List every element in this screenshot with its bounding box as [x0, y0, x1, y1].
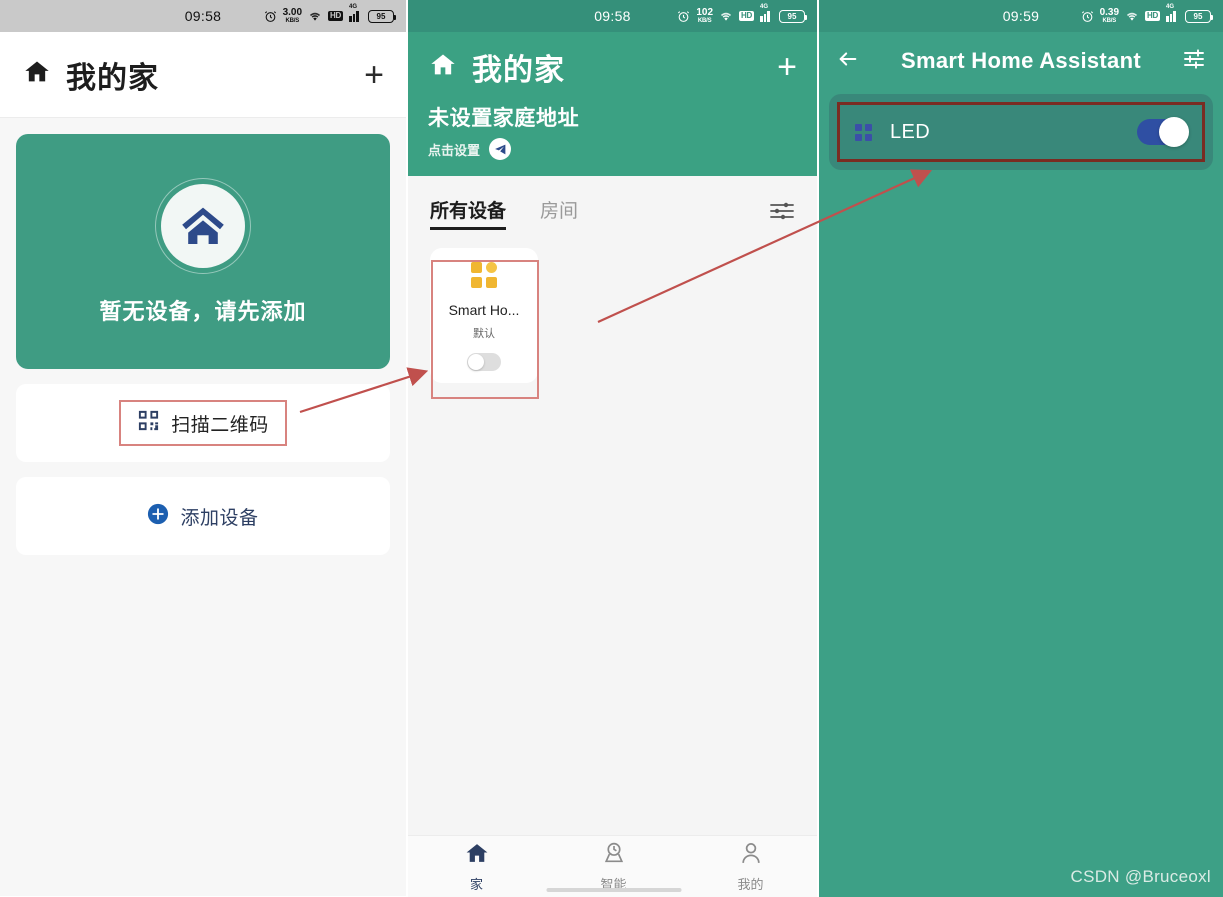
- send-icon: [489, 138, 512, 160]
- cellular-signal-icon: 4G: [1166, 4, 1179, 22]
- device-grid: Smart Ho... 默认: [408, 236, 817, 399]
- status-bar: 09:58 3.00 KB/S HD 4G 95: [0, 0, 406, 32]
- phone-panel-2: 09:58 102 KB/S HD 4G 95 我的家 + 未设置家庭地址 点击…: [406, 0, 817, 897]
- device-card[interactable]: Smart Ho... 默认: [430, 248, 539, 399]
- network-speed: 3.00 KB/S: [282, 7, 303, 25]
- hd-badge: HD: [739, 11, 754, 21]
- battery-indicator: 95: [368, 9, 396, 23]
- device-toggle[interactable]: [467, 353, 501, 371]
- add-device-row[interactable]: 添加设备: [16, 477, 390, 555]
- alarm-clock-icon: [264, 10, 277, 23]
- network-speed: 0.39 KB/S: [1099, 7, 1120, 25]
- battery-indicator: 95: [1185, 9, 1213, 23]
- status-bar: 09:59 0.39 KB/S HD 4G 95: [819, 0, 1223, 32]
- header-title-row: 我的家 +: [428, 32, 797, 102]
- person-icon: [738, 841, 764, 871]
- phone-panel-3: 09:59 0.39 KB/S HD 4G 95 Smart Home Assi…: [817, 0, 1223, 897]
- led-toggle[interactable]: [1137, 117, 1189, 147]
- home-icon: [464, 841, 490, 871]
- add-button[interactable]: +: [777, 50, 797, 84]
- add-button[interactable]: +: [364, 58, 384, 92]
- alarm-clock-icon: [1081, 10, 1094, 23]
- grid-tiles-icon: [855, 123, 872, 141]
- sliders-settings-icon[interactable]: [1181, 47, 1207, 76]
- device-tabs: 所有设备 房间: [408, 176, 817, 236]
- set-address-row[interactable]: 点击设置: [428, 138, 797, 160]
- alarm-clock-icon: [677, 10, 690, 23]
- home-logo-icon: [155, 177, 251, 274]
- watermark: CSDN @Bruceoxl: [1070, 867, 1211, 886]
- page-title: Smart Home Assistant: [901, 48, 1141, 73]
- wifi-icon: [308, 10, 322, 22]
- app-bar: Smart Home Assistant: [819, 32, 1223, 90]
- smart-scene-icon: [601, 841, 627, 871]
- device-card-highlight: [431, 260, 539, 399]
- nav-item-profile[interactable]: 我的: [682, 841, 817, 893]
- nav-item-smart[interactable]: 智能: [545, 841, 682, 893]
- scan-qr-highlight: 扫描二维码: [119, 400, 287, 446]
- qr-code-icon: [137, 409, 160, 437]
- nav-item-profile-label: 我的: [737, 876, 764, 892]
- screenshot-stage: 09:58 3.00 KB/S HD 4G 95 我的家 + 暂无设备，请先添加…: [0, 0, 1223, 897]
- status-bar-icons: 0.39 KB/S HD 4G 95: [1081, 4, 1213, 25]
- nav-item-home-label: 家: [469, 876, 483, 892]
- tab-all-devices[interactable]: 所有设备: [430, 196, 507, 230]
- scan-qr-row[interactable]: 扫描二维码: [16, 384, 390, 462]
- home-header: 我的家 + 未设置家庭地址 点击设置: [408, 32, 817, 176]
- empty-state-card: 暂无设备，请先添加: [16, 134, 390, 369]
- plus-circle-icon: [147, 503, 169, 530]
- hd-badge: HD: [328, 11, 343, 21]
- page-title: 我的家: [66, 61, 159, 95]
- nav-item-home[interactable]: 家: [408, 841, 545, 893]
- status-bar-icons: 102 KB/S HD 4G 95: [677, 4, 807, 25]
- led-device-card[interactable]: LED: [829, 94, 1213, 170]
- home-indicator: [546, 888, 681, 892]
- cellular-signal-icon: 4G: [760, 4, 773, 22]
- wifi-icon: [1125, 10, 1139, 22]
- panel1-body: 暂无设备，请先添加 扫描二维码 添加设备: [0, 118, 406, 896]
- battery-indicator: 95: [779, 9, 807, 23]
- led-device-name: LED: [890, 120, 931, 143]
- bottom-navigation: 家 智能 我的: [408, 835, 817, 897]
- filter-sliders-icon[interactable]: [769, 201, 795, 226]
- tab-rooms[interactable]: 房间: [540, 196, 578, 230]
- wifi-icon: [719, 10, 733, 22]
- arrow-left-icon[interactable]: [835, 48, 861, 75]
- scan-qr-label: 扫描二维码: [171, 414, 269, 436]
- phone-panel-1: 09:58 3.00 KB/S HD 4G 95 我的家 + 暂无设备，请先添加…: [0, 0, 406, 897]
- home-icon: [22, 58, 52, 91]
- page-title: 我的家: [472, 54, 565, 87]
- status-bar: 09:58 102 KB/S HD 4G 95: [408, 0, 817, 32]
- set-address-label: 点击设置: [428, 142, 481, 158]
- add-device-label: 添加设备: [180, 507, 259, 529]
- empty-state-text: 暂无设备，请先添加: [99, 298, 307, 324]
- hd-badge: HD: [1145, 11, 1160, 21]
- home-address-label: 未设置家庭地址: [428, 107, 580, 130]
- home-icon: [428, 51, 458, 84]
- app-bar: 我的家 +: [0, 32, 406, 118]
- status-bar-icons: 3.00 KB/S HD 4G 95: [264, 4, 396, 25]
- cellular-signal-icon: 4G: [349, 4, 362, 22]
- network-speed: 102 KB/S: [696, 7, 714, 25]
